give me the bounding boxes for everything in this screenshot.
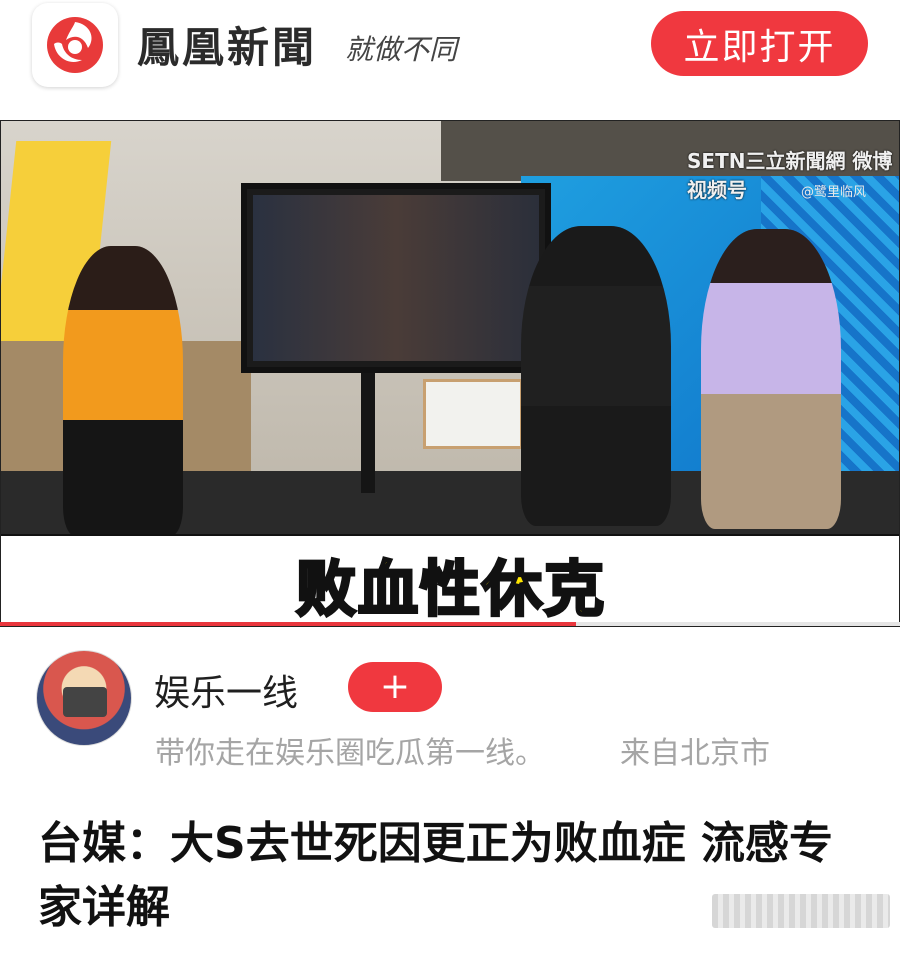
follow-button[interactable]: +: [348, 662, 442, 712]
brand-slogan: 就做不同: [345, 33, 458, 66]
app-header: 鳳凰新聞 就做不同 立即打开: [0, 0, 900, 110]
video-watermark: SETN三立新聞網 微博视频号: [687, 149, 893, 202]
app-logo: [32, 3, 118, 87]
author-avatar[interactable]: [36, 650, 132, 746]
blurred-watermark: [712, 894, 890, 928]
host-right: [701, 229, 841, 529]
author-location: 来自北京市: [620, 736, 770, 771]
studio-easel: [423, 379, 523, 449]
author-description: 带你走在娱乐圈吃瓜第一线。: [155, 736, 545, 771]
studio-tv-screen: [241, 183, 551, 373]
video-frame: SETN三立新聞網 微博视频号 @鹭里临风: [1, 121, 899, 534]
video-caption: 败血性休克: [295, 554, 606, 627]
camera-icon: [63, 687, 107, 717]
phoenix-logo-icon: [47, 17, 103, 73]
brand-name: 鳳凰新聞: [137, 23, 318, 72]
author-name[interactable]: 娱乐一线: [154, 664, 298, 716]
video-progress-bar[interactable]: [0, 622, 900, 626]
guest-center: [521, 226, 671, 526]
open-app-button[interactable]: 立即打开: [651, 11, 868, 76]
video-watermark-handle: @鹭里临风: [801, 185, 867, 200]
video-progress-fill: [0, 622, 576, 626]
host-left: [63, 246, 183, 534]
video-player[interactable]: SETN三立新聞網 微博视频号 @鹭里临风 败血性休克: [0, 120, 900, 627]
